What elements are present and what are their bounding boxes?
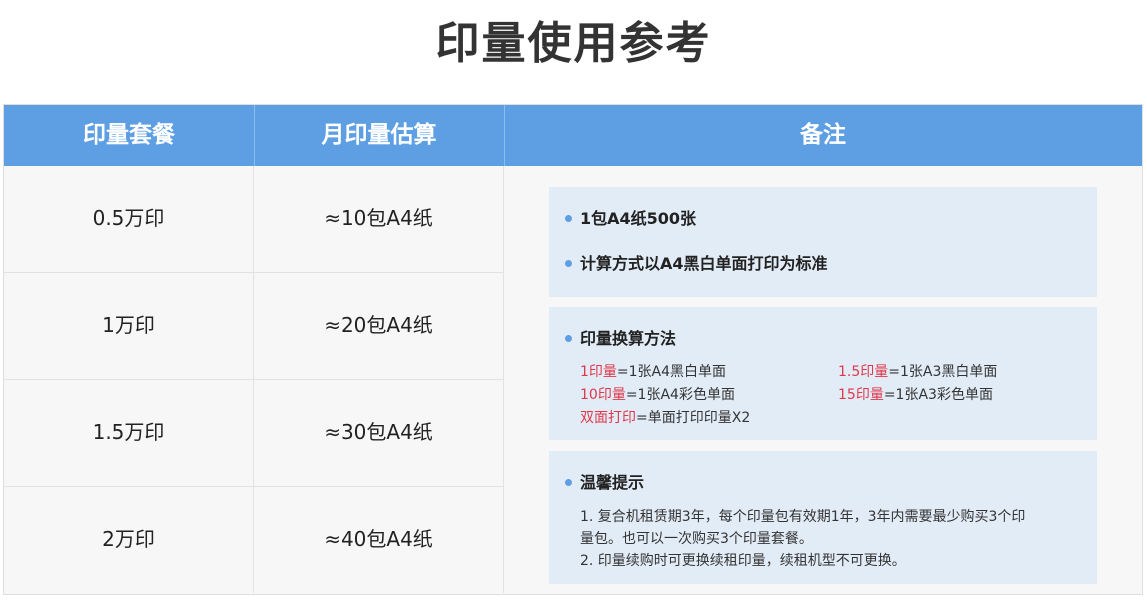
tip-line: 2. 印量续购时可更换续租印量，续租机型不可更换。	[580, 553, 906, 569]
header-monthly: 月印量估算	[254, 105, 505, 166]
plan-cell: 2万印	[4, 487, 254, 593]
table-row: 2万印 ≈40包A4纸	[4, 487, 504, 594]
bullet-icon	[565, 260, 572, 267]
usage-table: 印量套餐 月印量估算 备注 0.5万印 ≈10包A4纸 1万印 ≈20包A4纸 …	[3, 104, 1143, 595]
monthly-cell: ≈30包A4纸	[254, 380, 504, 486]
header-plan: 印量套餐	[4, 105, 255, 166]
plan-cell: 1.5万印	[4, 380, 254, 486]
plan-cell: 0.5万印	[4, 166, 254, 272]
note-item: 计算方式以A4黑白单面打印为标准	[565, 254, 828, 274]
tip-line: 1. 复合机租赁期3年，每个印量包有效期1年，3年内需要最少购买3个印	[580, 509, 1026, 525]
conversion-item: 10印量=1张A4彩色单面	[580, 387, 735, 403]
table-row: 1万印 ≈20包A4纸	[4, 273, 504, 380]
monthly-cell: ≈20包A4纸	[254, 273, 504, 379]
plan-cell: 1万印	[4, 273, 254, 379]
tip-line: 量包。也可以一次购买3个印量套餐。	[580, 531, 813, 547]
table-row: 0.5万印 ≈10包A4纸	[4, 166, 504, 273]
page-title: 印量使用参考	[435, 18, 712, 69]
note-box-paper: 1包A4纸500张 计算方式以A4黑白单面打印为标准	[549, 187, 1097, 297]
bullet-icon	[565, 479, 572, 486]
monthly-cell: ≈40包A4纸	[254, 487, 504, 593]
conversion-item: 15印量=1张A3彩色单面	[838, 387, 993, 403]
table-row: 1.5万印 ≈30包A4纸	[4, 380, 504, 487]
conversion-item: 1印量=1张A4黑白单面	[580, 364, 727, 380]
note-box-conversion: 印量换算方法 1印量=1张A4黑白单面 1.5印量=1张A3黑白单面 10印量=…	[549, 307, 1097, 440]
note-box-tips: 温馨提示 1. 复合机租赁期3年，每个印量包有效期1年，3年内需要最少购买3个印…	[549, 451, 1097, 584]
note-heading: 温馨提示	[565, 473, 644, 493]
note-item: 1包A4纸500张	[565, 209, 696, 229]
note-heading: 印量换算方法	[565, 329, 676, 349]
table-body: 0.5万印 ≈10包A4纸 1万印 ≈20包A4纸 1.5万印 ≈30包A4纸 …	[4, 166, 504, 594]
conversion-item: 1.5印量=1张A3黑白单面	[838, 364, 998, 380]
bullet-icon	[565, 335, 572, 342]
notes-cell: 1包A4纸500张 计算方式以A4黑白单面打印为标准 印量换算方法 1印量=1张…	[504, 166, 1142, 594]
bullet-icon	[565, 215, 572, 222]
table-header: 印量套餐 月印量估算 备注	[4, 105, 1142, 166]
header-notes: 备注	[800, 122, 846, 148]
monthly-cell: ≈10包A4纸	[254, 166, 504, 272]
conversion-item: 双面打印=单面打印印量X2	[580, 410, 751, 426]
